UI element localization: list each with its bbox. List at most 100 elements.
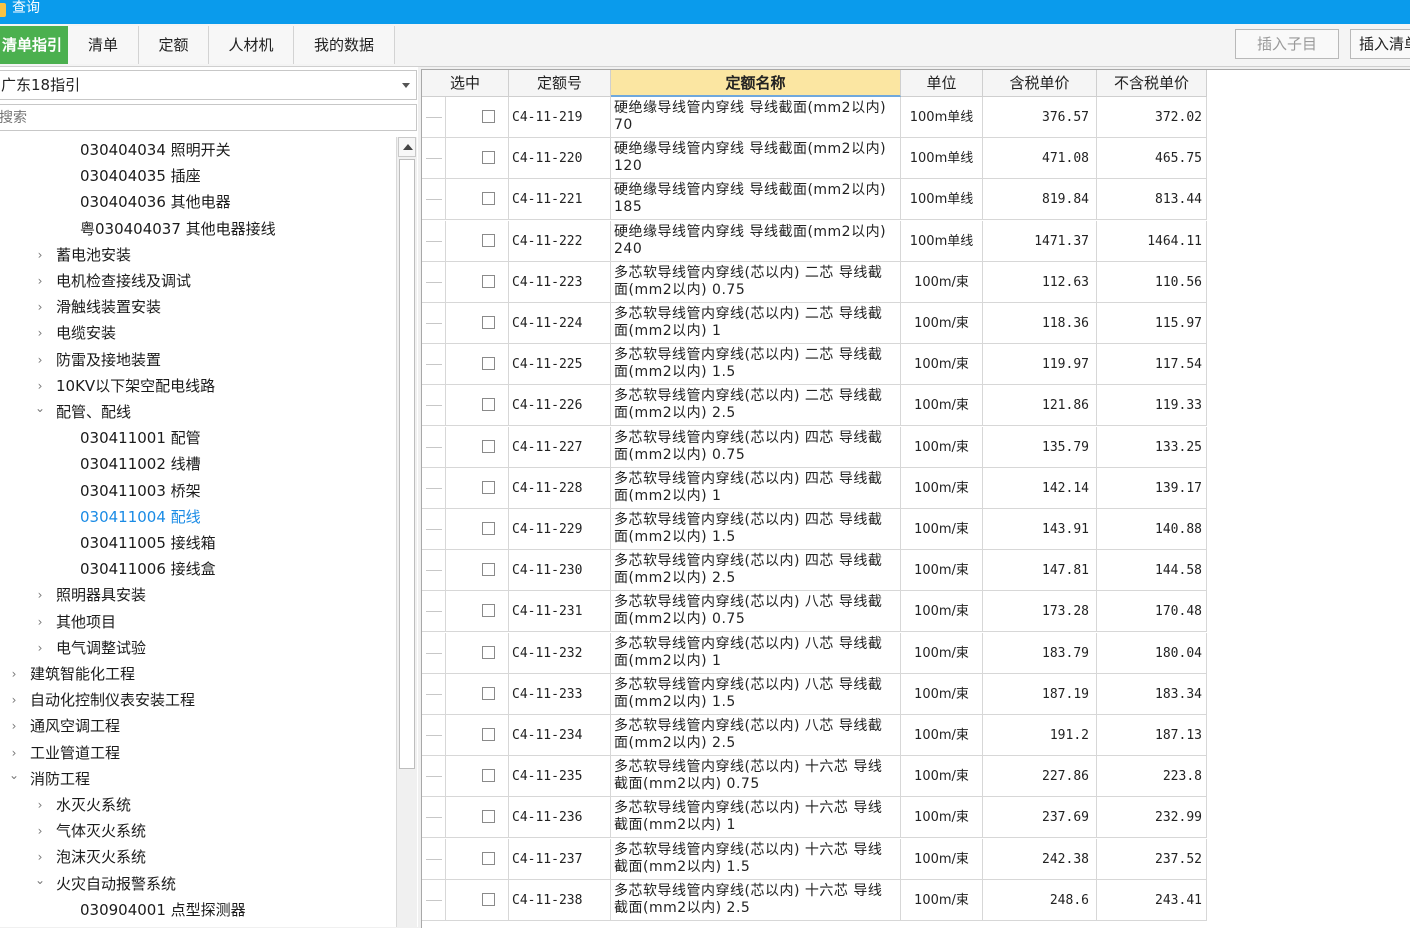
table-row[interactable]: C4-11-226 多芯软导线管内穿线(芯以内) 二芯 导线截面(mm2以内) 2… (422, 385, 1207, 427)
tree-node[interactable]: › 电缆安装 (38, 320, 116, 346)
tree-node[interactable]: 030411002 线槽 (80, 451, 201, 477)
tree-node[interactable]: 030904001 点型探测器 (80, 897, 246, 923)
row-header[interactable] (422, 797, 446, 839)
tree-node[interactable]: 030404035 插座 (80, 163, 201, 189)
table-row[interactable]: C4-11-231 多芯软导线管内穿线(芯以内) 八芯 导线截面(mm2以内) 0… (422, 591, 1207, 633)
tree-node[interactable]: › 水灭火系统 (38, 792, 131, 818)
tree-toggle-icon[interactable]: › (8, 740, 20, 766)
row-checkbox[interactable] (482, 563, 495, 577)
row-header[interactable] (422, 467, 446, 509)
table-row[interactable]: C4-11-228 多芯软导线管内穿线(芯以内) 四芯 导线截面(mm2以内) 1… (422, 467, 1207, 509)
tab-my-data[interactable]: 我的数据 (294, 26, 395, 64)
column-header-price-notax[interactable]: 不含税单价 (1097, 70, 1207, 97)
tree-toggle-icon[interactable]: › (34, 242, 46, 268)
tree-node[interactable]: › 自动化控制仪表安装工程 (12, 687, 195, 713)
tree-node[interactable]: › 滑触线装置安装 (38, 294, 161, 320)
chevron-down-icon[interactable] (402, 83, 410, 88)
tree-node[interactable]: › 泡沫灭火系统 (38, 844, 146, 870)
tab-list-guide[interactable]: 清单指引 (0, 26, 68, 64)
tree-node[interactable]: › 防雷及接地装置 (38, 347, 161, 373)
row-header[interactable] (422, 632, 446, 674)
column-header-name[interactable]: 定额名称 (611, 70, 901, 97)
tree-toggle-icon[interactable]: ⌄ (34, 871, 46, 897)
row-header[interactable] (422, 220, 446, 262)
row-checkbox[interactable] (482, 316, 495, 329)
tree-toggle-icon[interactable]: › (8, 661, 20, 687)
tree-toggle-icon[interactable]: › (34, 294, 46, 320)
row-header[interactable] (422, 138, 446, 180)
tree-node[interactable]: 030411003 桥架 (80, 478, 201, 504)
row-header[interactable] (422, 303, 446, 344)
guide-selector[interactable]: 广东18指引 (0, 70, 417, 100)
row-header[interactable] (422, 550, 446, 592)
table-row[interactable]: C4-11-230 多芯软导线管内穿线(芯以内) 四芯 导线截面(mm2以内) 2… (422, 550, 1207, 592)
tree-node[interactable]: ⌄ 配管、配线 (35, 399, 131, 425)
tree-node[interactable]: › 电机检查接线及调试 (38, 268, 191, 294)
row-header[interactable] (422, 591, 446, 633)
tree-toggle-icon[interactable]: › (34, 818, 46, 844)
row-header[interactable] (422, 261, 446, 303)
row-header[interactable] (422, 385, 446, 427)
row-checkbox[interactable] (482, 522, 495, 535)
row-checkbox[interactable] (482, 686, 495, 700)
table-row[interactable]: C4-11-232 多芯软导线管内穿线(芯以内) 八芯 导线截面(mm2以内) 1… (422, 632, 1207, 674)
table-row[interactable]: C4-11-229 多芯软导线管内穿线(芯以内) 四芯 导线截面(mm2以内) 1… (422, 509, 1207, 550)
tree-toggle-icon[interactable]: › (34, 844, 46, 870)
table-row[interactable]: C4-11-222 硬绝缘导线管内穿线 导线截面(mm2以内) 240 100m单线… (422, 220, 1207, 262)
column-header-select[interactable]: 选中 (422, 70, 509, 97)
tree-toggle-icon[interactable]: ⌄ (34, 399, 46, 425)
tree-node[interactable]: › 气体灭火系统 (38, 818, 146, 844)
tree-node[interactable]: › 10KV以下架空配电线路 (38, 373, 216, 399)
column-header-unit[interactable]: 单位 (901, 70, 983, 97)
row-header[interactable] (422, 426, 446, 468)
scroll-up-icon[interactable] (398, 137, 416, 157)
row-checkbox[interactable] (482, 645, 495, 659)
row-checkbox[interactable] (482, 892, 495, 906)
row-header[interactable] (422, 715, 446, 756)
tree-node[interactable]: › 电气调整试验 (38, 635, 146, 661)
row-header[interactable] (422, 838, 446, 880)
tree-node[interactable]: › 蓄电池安装 (38, 242, 131, 268)
tree-toggle-icon[interactable]: › (34, 320, 46, 346)
table-row[interactable]: C4-11-225 多芯软导线管内穿线(芯以内) 二芯 导线截面(mm2以内) 1… (422, 344, 1207, 386)
row-checkbox[interactable] (482, 480, 495, 494)
tree-toggle-icon[interactable]: › (8, 687, 20, 713)
row-checkbox[interactable] (482, 769, 495, 783)
tree-node[interactable]: 030411006 接线盒 (80, 556, 216, 582)
row-header[interactable] (422, 179, 446, 221)
row-header[interactable] (422, 756, 446, 798)
table-row[interactable]: C4-11-221 硬绝缘导线管内穿线 导线截面(mm2以内) 185 100m单线… (422, 179, 1207, 221)
table-row[interactable]: C4-11-238 多芯软导线管内穿线(芯以内) 十六芯 导线截面(mm2以内) … (422, 879, 1207, 921)
tree-node[interactable]: › 建筑智能化工程 (12, 661, 135, 687)
table-row[interactable]: C4-11-237 多芯软导线管内穿线(芯以内) 十六芯 导线截面(mm2以内) … (422, 838, 1207, 880)
scrollbar-thumb[interactable] (399, 159, 415, 769)
tab-quota[interactable]: 定额 (139, 26, 209, 64)
tree-node[interactable]: 030404036 其他电器 (80, 189, 231, 215)
row-checkbox[interactable] (482, 110, 495, 123)
row-checkbox[interactable] (482, 810, 495, 824)
table-row[interactable]: C4-11-227 多芯软导线管内穿线(芯以内) 四芯 导线截面(mm2以内) 0… (422, 426, 1207, 468)
table-row[interactable]: C4-11-234 多芯软导线管内穿线(芯以内) 八芯 导线截面(mm2以内) 2… (422, 715, 1207, 756)
insert-list-button[interactable]: 插入清单 (1350, 29, 1410, 59)
row-checkbox[interactable] (482, 398, 495, 412)
table-row[interactable]: C4-11-236 多芯软导线管内穿线(芯以内) 十六芯 导线截面(mm2以内) … (422, 797, 1207, 839)
tree-toggle-icon[interactable]: › (34, 609, 46, 635)
row-checkbox[interactable] (482, 192, 495, 206)
search-input[interactable] (0, 104, 417, 131)
column-header-code[interactable]: 定额号 (509, 70, 611, 97)
tree-node[interactable]: 030411004 配线 (80, 504, 201, 530)
tree-node[interactable]: › 工业管道工程 (12, 740, 120, 766)
row-header[interactable] (422, 344, 446, 386)
row-header[interactable] (422, 673, 446, 715)
table-row[interactable]: C4-11-223 多芯软导线管内穿线(芯以内) 二芯 导线截面(mm2以内) 0… (422, 261, 1207, 303)
row-header[interactable] (422, 97, 446, 138)
tree-node[interactable]: ⌄ 消防工程 (9, 766, 90, 792)
tree-toggle-icon[interactable]: › (34, 373, 46, 399)
row-checkbox[interactable] (482, 728, 495, 741)
tree-toggle-icon[interactable]: › (34, 347, 46, 373)
tree-node[interactable]: › 通风空调工程 (12, 713, 120, 739)
tab-labor-material-machine[interactable]: 人材机 (209, 26, 294, 64)
table-row[interactable]: C4-11-219 硬绝缘导线管内穿线 导线截面(mm2以内) 70 100m单线 3… (422, 97, 1207, 138)
tree-scrollbar[interactable] (396, 137, 417, 927)
row-header[interactable] (422, 879, 446, 921)
